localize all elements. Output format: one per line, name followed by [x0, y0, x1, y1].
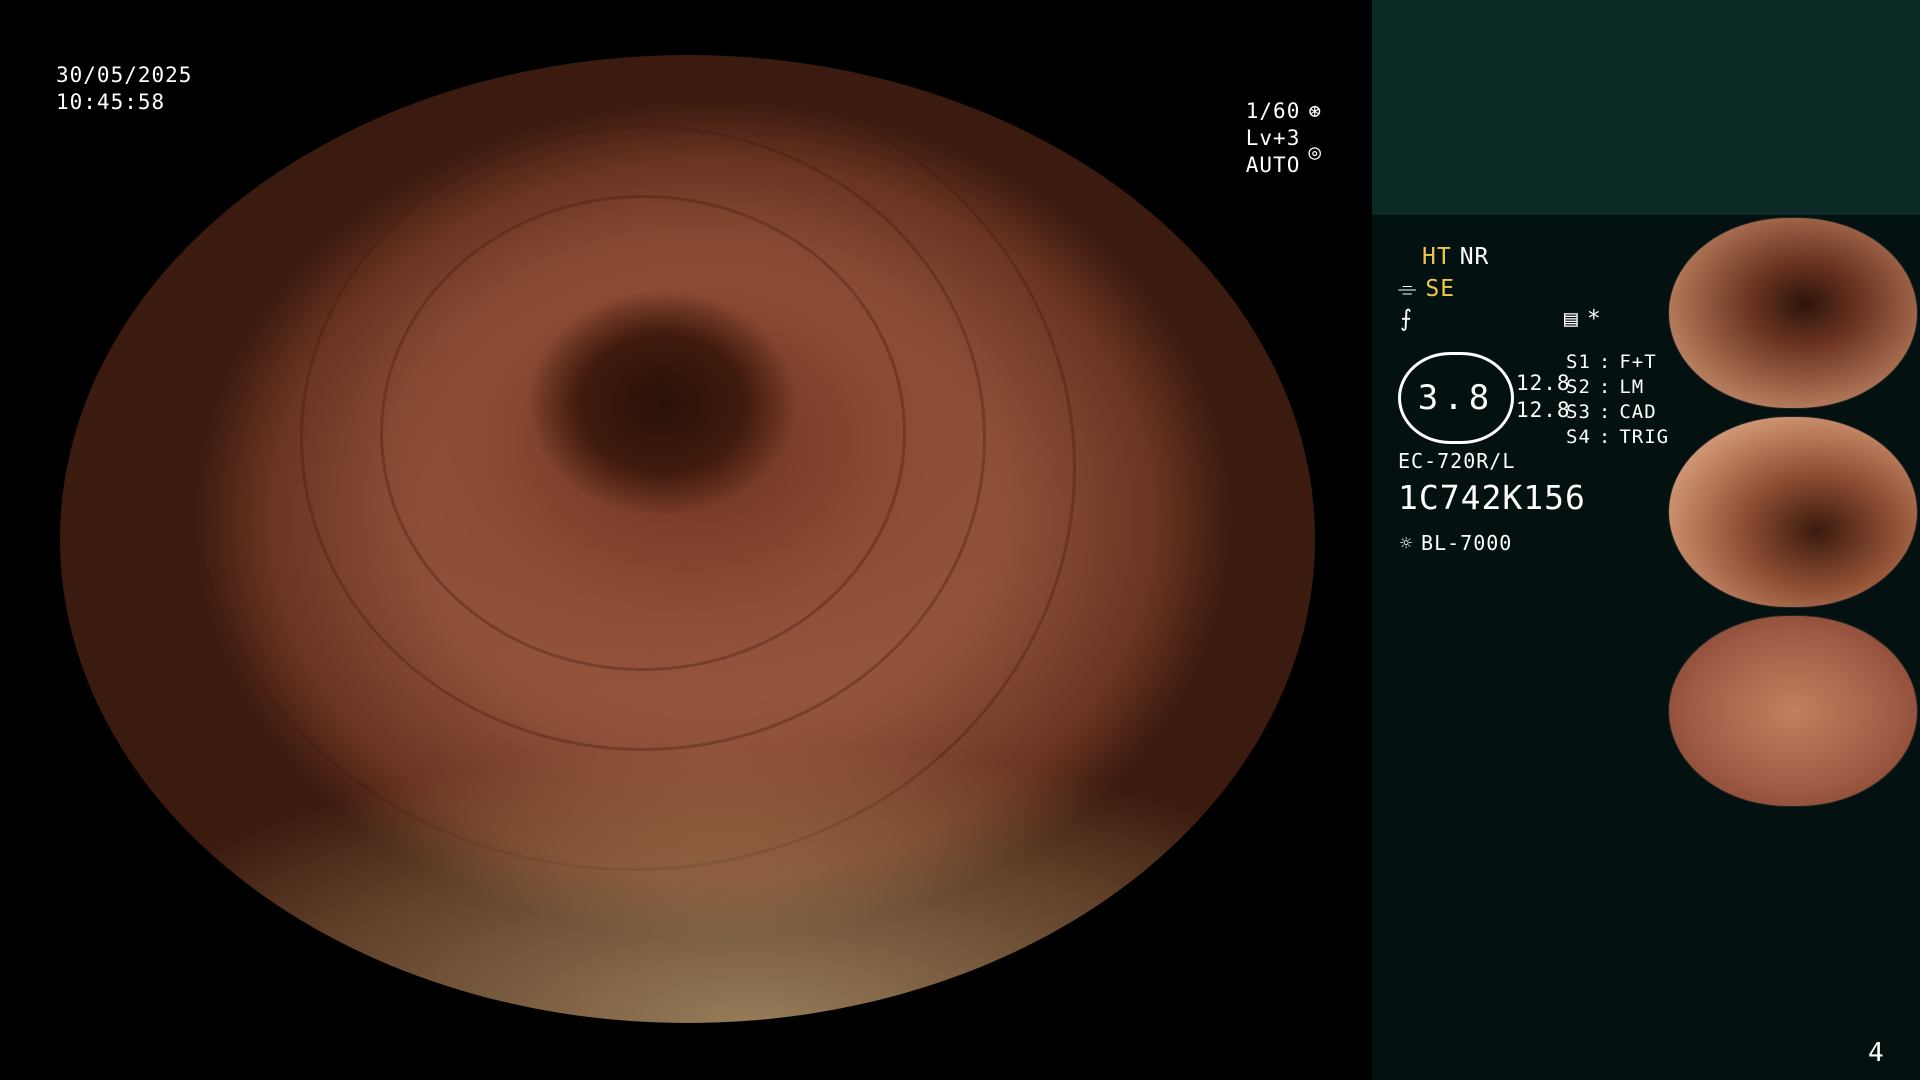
ht-label: HT: [1422, 244, 1452, 270]
menu-row: ▤ *: [1564, 306, 1602, 333]
light-source-label: BL-7000: [1421, 531, 1513, 555]
structure-enhance-icon: ⌯: [1398, 276, 1418, 302]
switch-item: S3: CAD: [1566, 401, 1657, 423]
switch-value: LM: [1619, 376, 1645, 398]
shutter-label: 1/60: [1245, 99, 1301, 123]
lamp-icon: ☼: [1400, 531, 1414, 555]
menu-icon: ▤: [1564, 306, 1579, 332]
se-row: ⌯ SE: [1398, 276, 1455, 303]
switch-value: F+T: [1619, 351, 1657, 373]
lumen-fold: [190, 65, 1076, 871]
switch-item: S1: F+T: [1566, 351, 1657, 373]
switch-list: S1: F+T S2: LM S3: CAD S4: TRIG: [1566, 350, 1669, 450]
switch-value: TRIG: [1619, 426, 1670, 448]
switch-item: S2: LM: [1566, 376, 1645, 398]
capture-thumbnail[interactable]: [1668, 217, 1918, 409]
switch-key: S4: [1566, 426, 1591, 448]
endoscope-live-view: [60, 55, 1315, 1023]
processing-settings: HT NR: [1422, 244, 1489, 271]
light-source-row: ☼ BL-7000: [1400, 530, 1512, 557]
color-icon-row: ⨍: [1400, 306, 1413, 333]
date-label: 30/05/2025: [56, 63, 193, 87]
switch-key: S1: [1566, 351, 1591, 373]
asterisk-label: *: [1586, 306, 1602, 332]
datetime-overlay: 30/05/2025 10:45:58: [56, 62, 192, 116]
zoom-gauge: 3.8: [1398, 352, 1514, 444]
aperture-icon: ⊛: [1308, 99, 1322, 123]
iris-icon: ◎: [1308, 139, 1322, 164]
info-panel-header: [1372, 0, 1920, 215]
scope-serial: 1C742K156: [1398, 478, 1586, 517]
color-icon: ⨍: [1400, 306, 1413, 332]
zoom-value: 3.8: [1417, 378, 1495, 418]
capture-thumbnail[interactable]: [1668, 416, 1918, 608]
nr-label: NR: [1459, 244, 1490, 270]
se-label: SE: [1425, 276, 1456, 302]
time-label: 10:45:58: [56, 90, 166, 114]
page-number: 4: [1868, 1038, 1885, 1068]
zoom-value-top: 12.8: [1516, 371, 1571, 395]
exposure-label: Lv+3 AUTO: [1245, 126, 1301, 177]
switch-item: S4: TRIG: [1566, 426, 1670, 448]
capture-thumbnail[interactable]: [1668, 615, 1918, 807]
switch-key: S3: [1566, 401, 1591, 423]
scope-model: EC-720R/L: [1398, 449, 1516, 473]
switch-value: CAD: [1619, 401, 1657, 423]
exposure-overlay: 1/60 ⊛ Lv+3 AUTO ◎: [1190, 98, 1322, 179]
zoom-value-bottom: 12.8: [1516, 398, 1571, 422]
zoom-sub-values: 12.8 12.8: [1516, 370, 1571, 424]
switch-key: S2: [1566, 376, 1591, 398]
